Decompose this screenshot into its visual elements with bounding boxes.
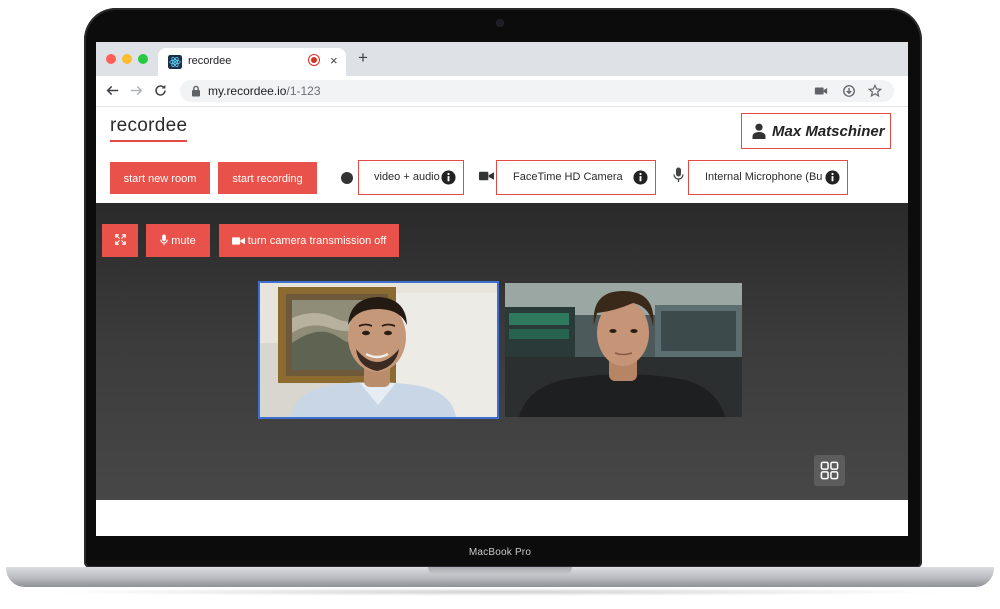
laptop-shadow [40,588,960,596]
camera-select-value: FaceTime HD Camera [513,171,623,183]
microphone-select-value: Internal Microphone (Bu [705,171,823,183]
participant-video-1 [260,283,497,417]
url-text: my.recordee.io/1-123 [208,84,321,98]
window-close-button[interactable] [106,54,116,64]
mode-select[interactable]: video + audio [358,160,464,195]
back-arrow-icon[interactable] [106,84,119,97]
laptop-opening-notch [428,567,572,575]
fullscreen-icon [114,234,126,245]
window-minimize-button[interactable] [122,54,132,64]
camera-toggle-label: turn camera transmission off [247,235,387,247]
participant-video-tile[interactable] [260,283,497,417]
info-icon [633,170,648,185]
browser-tabstrip: recordee × + [96,42,908,76]
forward-arrow-icon[interactable] [130,84,143,97]
page-footer-area [96,500,908,536]
camera-permission-icon[interactable] [814,84,828,98]
microphone-icon [673,167,684,182]
start-new-room-button[interactable]: start new room [110,162,210,194]
microphone-icon [160,234,169,246]
user-name: Max Matschiner [772,123,885,140]
camera-select[interactable]: FaceTime HD Camera [496,160,656,195]
microphone-select[interactable]: Internal Microphone (Bu [688,160,848,195]
app-logo[interactable]: recordee [110,115,188,142]
mode-select-value: video + audio [374,171,440,183]
url-path: /1-123 [286,84,321,98]
tab-close-icon[interactable]: × [330,53,338,68]
new-tab-button[interactable]: + [358,49,368,67]
react-atom-icon [168,55,182,69]
browser-tab[interactable]: recordee × [158,48,346,76]
grid-view-button[interactable] [814,455,845,486]
participant-video-tile[interactable] [505,283,742,417]
address-bar[interactable]: my.recordee.io/1-123 [180,80,894,102]
url-host: my.recordee.io [208,84,287,98]
laptop-screen: recordee × + my.recordee.io/1-123 record… [96,42,908,536]
video-call-area: mute turn camera transmission off [96,203,908,518]
window-zoom-button[interactable] [138,54,148,64]
browser-toolbar: my.recordee.io/1-123 [96,76,908,107]
lock-icon [192,85,200,97]
participant-video-2 [505,283,742,417]
fullscreen-button[interactable] [102,224,138,257]
video-camera-icon [231,237,245,245]
tab-title: recordee [188,55,232,67]
video-camera-icon [479,171,494,181]
start-recording-button[interactable]: start recording [218,162,317,194]
bookmark-star-icon[interactable] [868,84,882,98]
info-icon [441,170,456,185]
recording-indicator-icon [311,57,317,63]
install-app-icon[interactable] [842,84,856,98]
grid-view-icon [820,461,839,480]
app-header: recordee Max Matschiner start new room s… [96,107,908,203]
record-mode-icon [341,172,353,184]
laptop-model-label: MacBook Pro [468,547,532,558]
mute-label: mute [171,235,196,247]
user-icon [752,123,766,139]
info-icon [825,170,840,185]
user-menu[interactable]: Max Matschiner [741,113,891,149]
laptop-camera [497,20,503,26]
mute-button[interactable]: mute [146,224,210,257]
camera-transmission-toggle-button[interactable]: turn camera transmission off [219,224,399,257]
reload-icon[interactable] [154,84,167,97]
